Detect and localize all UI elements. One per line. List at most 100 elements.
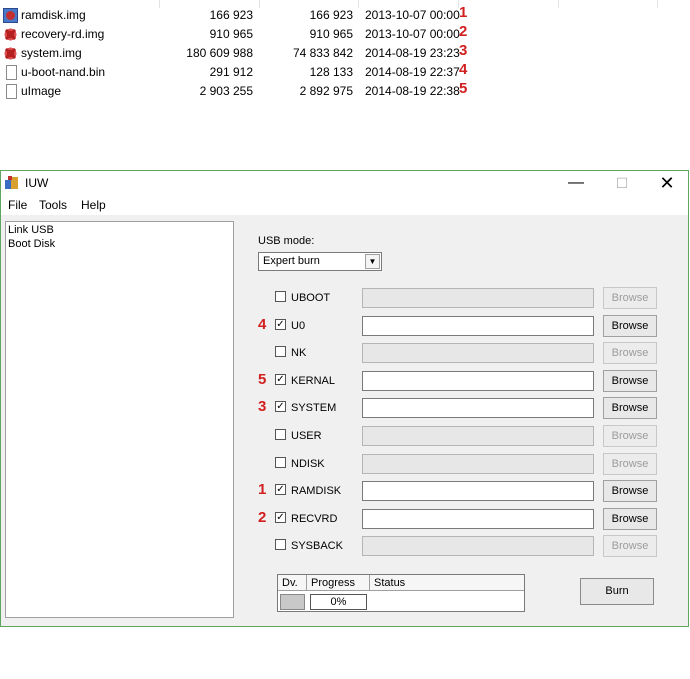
file-date: 2014-08-19 22:37 bbox=[365, 65, 460, 79]
annotation-number: 5 bbox=[459, 80, 468, 97]
annotation-number: 3 bbox=[258, 398, 267, 415]
partition-path-input[interactable] bbox=[362, 316, 594, 336]
column-header-progress[interactable]: Progress bbox=[307, 575, 370, 591]
maximize-button[interactable]: ☐ bbox=[599, 171, 645, 195]
annotation-number: 3 bbox=[459, 42, 468, 59]
file-date: 2014-08-19 22:38 bbox=[365, 84, 460, 98]
document-icon bbox=[6, 84, 17, 99]
partition-path-input[interactable] bbox=[362, 371, 594, 391]
annotation-number: 4 bbox=[258, 316, 267, 333]
partition-label: KERNAL bbox=[291, 375, 336, 387]
partition-checkbox[interactable]: ✓ bbox=[275, 512, 286, 523]
partition-path-input[interactable] bbox=[362, 509, 594, 529]
partition-label: UBOOT bbox=[291, 292, 331, 304]
partition-path-input[interactable] bbox=[362, 536, 594, 556]
partition-label: NK bbox=[291, 347, 307, 359]
partition-row-user: USER Browse bbox=[258, 425, 658, 447]
browse-button[interactable]: Browse bbox=[603, 508, 657, 530]
file-date: 2014-08-19 23:23 bbox=[365, 46, 460, 60]
file-date: 2013-10-07 00:00 bbox=[365, 8, 460, 22]
file-size: 180 609 988 bbox=[186, 46, 253, 60]
partition-row-system: 3 ✓ SYSTEM Browse bbox=[258, 397, 658, 419]
iuw-window: IUW — ☐ ✕ File Tools Help Link USB Boot … bbox=[0, 170, 689, 627]
partition-row-uboot: UBOOT Browse bbox=[258, 287, 658, 309]
partition-label: NDISK bbox=[291, 458, 325, 470]
column-header-dv[interactable]: Dv. bbox=[278, 575, 307, 591]
partition-checkbox[interactable]: ✓ bbox=[275, 319, 286, 330]
file-packed-size: 910 965 bbox=[309, 27, 353, 41]
burn-button[interactable]: Burn bbox=[580, 578, 654, 605]
file-packed-size: 74 833 842 bbox=[292, 46, 353, 60]
file-packed-size: 128 133 bbox=[309, 65, 353, 79]
title-bar[interactable]: IUW — ☐ ✕ bbox=[1, 171, 688, 195]
browse-button[interactable]: Browse bbox=[603, 397, 657, 419]
file-row[interactable]: recovery-rd.img 910 965 910 965 2013-10-… bbox=[0, 23, 690, 45]
browse-button[interactable]: Browse bbox=[603, 315, 657, 337]
partition-path-input[interactable] bbox=[362, 454, 594, 474]
annotation-number: 1 bbox=[258, 481, 267, 498]
partition-label: RECVRD bbox=[291, 513, 338, 525]
window-title: IUW bbox=[25, 176, 49, 190]
partition-label: RAMDISK bbox=[291, 485, 342, 497]
partition-checkbox[interactable] bbox=[275, 539, 286, 550]
browse-button[interactable]: Browse bbox=[603, 480, 657, 502]
annotation-number: 4 bbox=[459, 61, 468, 78]
menu-file[interactable]: File bbox=[8, 198, 27, 212]
file-packed-size: 2 892 975 bbox=[299, 84, 353, 98]
column-header-status[interactable]: Status bbox=[370, 575, 524, 591]
device-indicator bbox=[280, 594, 305, 610]
minimize-button[interactable]: — bbox=[553, 171, 599, 195]
browse-button[interactable]: Browse bbox=[603, 370, 657, 392]
file-row[interactable]: u-boot-nand.bin 291 912 128 133 2014-08-… bbox=[0, 61, 690, 83]
partition-checkbox[interactable] bbox=[275, 291, 286, 302]
partition-checkbox[interactable] bbox=[275, 346, 286, 357]
file-list: ramdisk.img 166 923 166 923 2013-10-07 0… bbox=[0, 0, 690, 110]
annotation-number: 5 bbox=[258, 371, 267, 388]
partition-checkbox[interactable]: ✓ bbox=[275, 374, 286, 385]
menu-tools[interactable]: Tools bbox=[39, 198, 67, 212]
file-row[interactable]: ramdisk.img 166 923 166 923 2013-10-07 0… bbox=[0, 4, 690, 26]
partition-row-recvrd: 2 ✓ RECVRD Browse bbox=[258, 508, 658, 530]
partition-path-input[interactable] bbox=[362, 343, 594, 363]
file-size: 166 923 bbox=[209, 8, 253, 22]
partition-checkbox[interactable]: ✓ bbox=[275, 484, 286, 495]
chevron-down-icon[interactable]: ▼ bbox=[365, 254, 380, 269]
burst-file-icon bbox=[3, 46, 18, 61]
file-name: system.img bbox=[21, 46, 82, 60]
burst-file-icon bbox=[3, 27, 18, 42]
partition-checkbox[interactable]: ✓ bbox=[275, 401, 286, 412]
browse-button[interactable]: Browse bbox=[603, 535, 657, 557]
partition-row-sysback: SYSBACK Browse bbox=[258, 535, 658, 557]
partition-path-input[interactable] bbox=[362, 481, 594, 501]
image-file-icon bbox=[3, 8, 18, 23]
document-icon bbox=[6, 65, 17, 80]
menu-help[interactable]: Help bbox=[81, 198, 106, 212]
annotation-number: 1 bbox=[459, 4, 468, 21]
partition-checkbox[interactable] bbox=[275, 457, 286, 468]
browse-button[interactable]: Browse bbox=[603, 425, 657, 447]
partition-row-nk: NK Browse bbox=[258, 342, 658, 364]
file-size: 2 903 255 bbox=[199, 84, 253, 98]
nav-list: Link USB Boot Disk bbox=[5, 221, 234, 618]
progress-table: Dv. Progress Status 0% bbox=[277, 574, 525, 612]
partition-row-u0: 4 ✓ U0 Browse bbox=[258, 315, 658, 337]
partition-path-input[interactable] bbox=[362, 398, 594, 418]
file-date: 2013-10-07 00:00 bbox=[365, 27, 460, 41]
nav-item-boot-disk[interactable]: Boot Disk bbox=[8, 238, 55, 250]
partition-checkbox[interactable] bbox=[275, 429, 286, 440]
partition-path-input[interactable] bbox=[362, 426, 594, 446]
browse-button[interactable]: Browse bbox=[603, 342, 657, 364]
close-button[interactable]: ✕ bbox=[644, 171, 690, 195]
browse-button[interactable]: Browse bbox=[603, 287, 657, 309]
partition-label: USER bbox=[291, 430, 322, 442]
browse-button[interactable]: Browse bbox=[603, 453, 657, 475]
partition-path-input[interactable] bbox=[362, 288, 594, 308]
usb-mode-select[interactable]: Expert burn ▼ bbox=[258, 252, 382, 271]
usb-mode-value: Expert burn bbox=[263, 255, 320, 267]
file-row[interactable]: uImage 2 903 255 2 892 975 2014-08-19 22… bbox=[0, 80, 690, 102]
partition-label: SYSTEM bbox=[291, 402, 337, 414]
nav-item-link-usb[interactable]: Link USB bbox=[8, 224, 54, 236]
file-row[interactable]: system.img 180 609 988 74 833 842 2014-0… bbox=[0, 42, 690, 64]
usb-mode-label: USB mode: bbox=[258, 235, 315, 247]
annotation-number: 2 bbox=[258, 509, 267, 526]
